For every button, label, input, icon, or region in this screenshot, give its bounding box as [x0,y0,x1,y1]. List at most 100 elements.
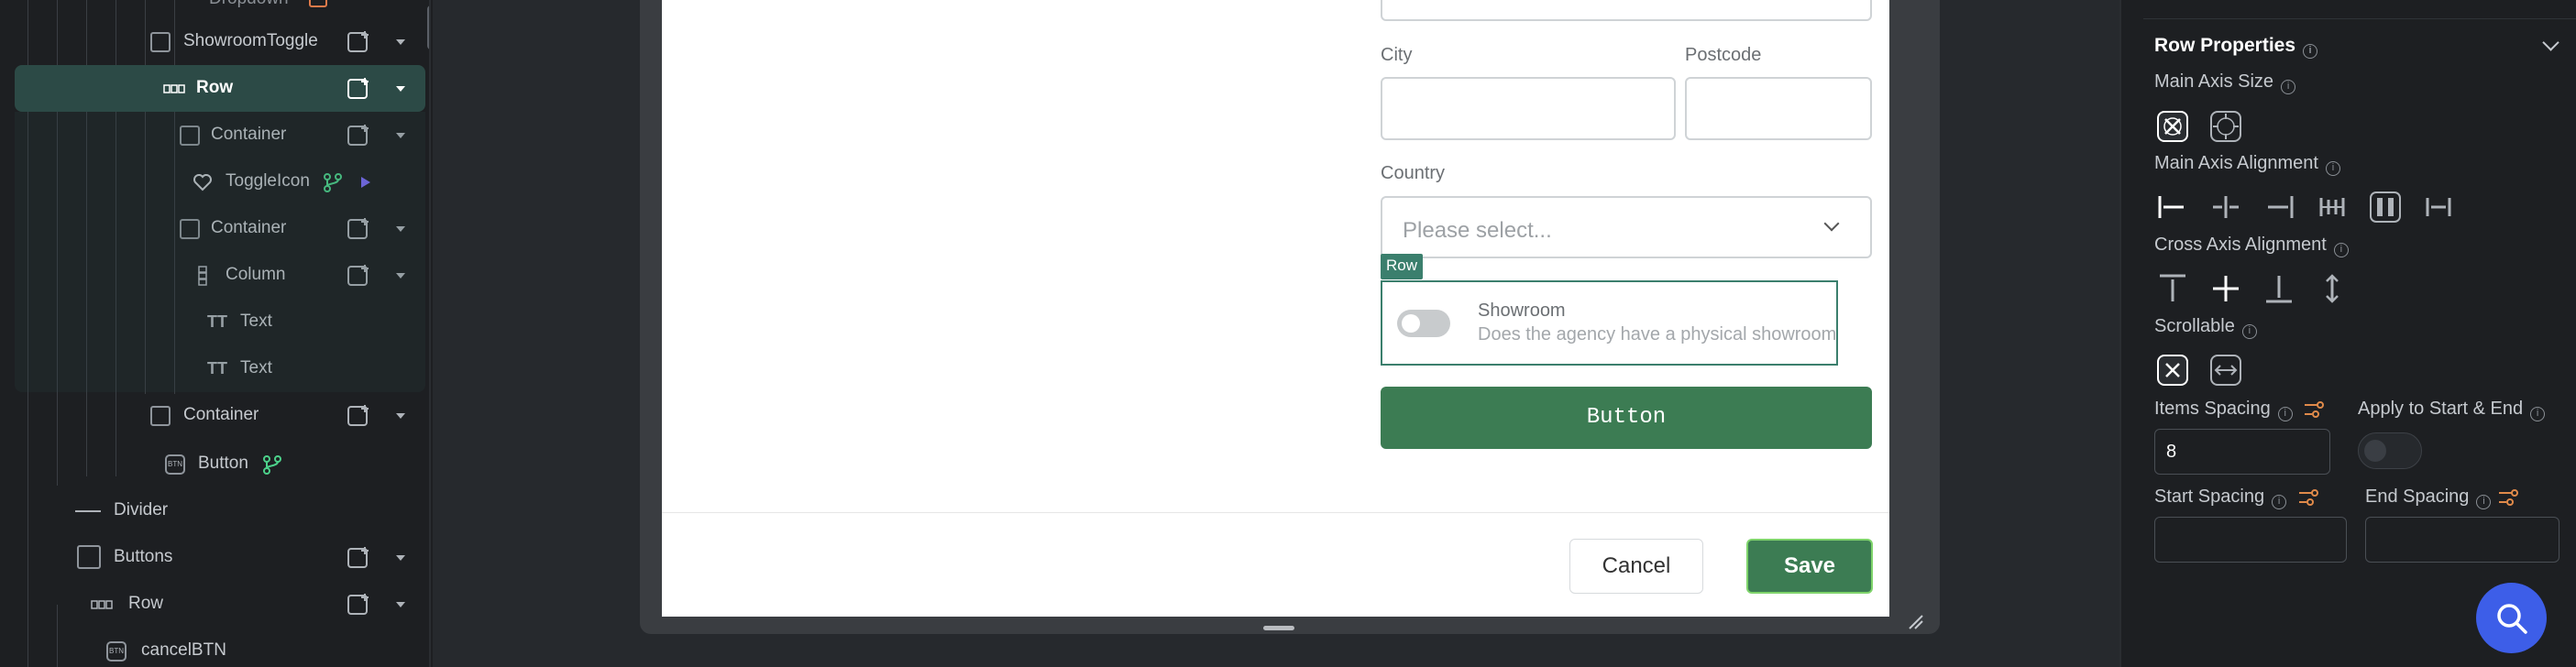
tree-item-label: Button [198,454,248,473]
align-center-icon[interactable] [2207,189,2244,225]
variable-binding-icon[interactable] [2497,487,2519,508]
save-button[interactable]: Save [1746,539,1873,594]
container-icon [77,545,101,569]
add-child-icon[interactable] [347,76,372,102]
info-icon: i [2476,495,2492,509]
main-axis-size-label: Main Axis Size i [2154,71,2296,94]
postcode-label: Postcode [1685,45,1762,65]
showroom-toggle[interactable] [1397,310,1450,337]
space-evenly-icon[interactable] [2420,189,2457,225]
cross-align-start-icon[interactable] [2154,270,2191,307]
apply-to-start-end-label: Apply to Start & End i [2358,399,2546,421]
align-start-icon[interactable] [2154,189,2191,225]
tree-item-divider[interactable]: Divider [0,487,425,534]
row-icon [91,600,113,609]
tree-item-label: Dropdown [209,0,289,9]
postcode-input[interactable] [1685,77,1872,140]
tree-item-label: Row [128,594,164,613]
tree-item-button[interactable]: BTN Button [0,441,425,487]
showroom-row[interactable]: Showroom Does the agency have a physical… [1381,280,1838,366]
image-icon [309,0,327,7]
end-spacing-label: End Spacing i [2365,487,2492,509]
row-properties-title: Row Properties i [2154,35,2318,59]
space-between-icon[interactable] [2314,189,2350,225]
tree-item-label: ShowroomToggle [183,31,318,50]
cross-align-end-icon[interactable] [2261,270,2297,307]
resize-handle-icon[interactable] [1908,614,1924,630]
axis-size-max-icon[interactable] [2207,108,2244,145]
info-icon: i [2277,407,2293,421]
axis-size-min-icon[interactable] [2154,108,2191,145]
chevron-down-icon[interactable] [396,413,405,419]
tree-item-showroomtoggle[interactable]: ShowroomToggle [0,18,425,65]
add-child-icon[interactable] [347,592,372,618]
button-icon: BTN [106,641,127,662]
cross-align-stretch-icon[interactable] [2314,270,2350,307]
cross-align-center-icon[interactable] [2207,270,2244,307]
country-select[interactable]: Please select... [1381,196,1872,258]
space-around-icon[interactable] [2367,189,2404,225]
divider-icon [75,510,101,512]
search-icon [2497,604,2527,634]
add-child-icon[interactable] [347,403,372,429]
variable-binding-icon[interactable] [2297,487,2319,508]
row-icon [163,84,185,93]
country-label: Country [1381,163,1446,183]
scrollable-label: Scrollable i [2154,316,2257,339]
variable-binding-icon[interactable] [2303,399,2325,420]
tree-scrollbar[interactable] [427,5,429,49]
tree-item-container[interactable]: Container [0,392,425,439]
form-button[interactable]: Button [1381,387,1872,449]
cross-axis-alignment-label: Cross Axis Alignment i [2154,235,2349,257]
footer-divider [662,512,1889,513]
chevron-down-icon[interactable] [396,39,405,45]
tree-item-label: Row [196,78,234,97]
apply-to-start-end-toggle[interactable] [2358,432,2422,469]
cancel-button[interactable]: Cancel [1569,539,1703,594]
not-scrollable-icon[interactable] [2154,352,2191,388]
chevron-down-icon[interactable] [396,602,405,607]
start-spacing-input[interactable] [2154,517,2347,563]
device-screen-layer: City Postcode Country Please select... R… [433,0,2119,667]
widget-tree-panel: Dropdown ShowroomToggle Row Container To… [0,0,431,667]
tree-item-row-selected[interactable]: Row [15,65,425,112]
add-child-icon[interactable] [347,545,372,571]
toggle-knob [1402,314,1420,333]
showroom-subtitle: Does the agency have a physical showroom… [1478,324,1838,344]
branch-icon [263,455,281,475]
tree-item-cancelbtn[interactable]: BTN cancelBTN [0,628,425,667]
info-icon: i [2303,44,2318,59]
end-spacing-input[interactable] [2365,517,2559,563]
scrollable-horizontal-icon[interactable] [2207,352,2244,388]
tree-item-label: Buttons [114,547,173,566]
section-divider [2143,18,2576,19]
info-icon: i [2281,80,2296,94]
tree-item-buttons[interactable]: Buttons [0,534,425,581]
add-child-icon[interactable] [347,29,372,55]
selection-group-highlight [15,112,425,392]
main-axis-alignment-label: Main Axis Alignment i [2154,153,2340,176]
tree-item-label: Divider [114,500,169,519]
items-spacing-input[interactable]: 8 [2154,429,2330,475]
chevron-down-icon[interactable] [2542,34,2559,51]
row-selection-tag: Row [1381,254,1423,279]
tree-item-label: Container [183,405,259,424]
device-drag-handle[interactable] [1263,626,1294,630]
info-icon: i [2333,243,2349,257]
country-placeholder: Please select... [1403,218,1552,243]
showroom-title: Showroom [1478,301,1566,321]
items-spacing-label: Items Spacing i [2154,399,2293,421]
search-button[interactable] [2476,583,2547,653]
align-end-icon[interactable] [2261,189,2297,225]
container-icon [150,32,171,52]
chevron-down-icon[interactable] [396,86,405,92]
info-icon: i [2272,495,2287,509]
city-input[interactable] [1381,77,1676,140]
chevron-down-icon[interactable] [396,555,405,561]
info-icon: i [2325,161,2340,176]
address-input[interactable] [1381,0,1872,21]
city-label: City [1381,45,1413,65]
toggle-knob [2364,440,2386,462]
info-icon: i [2530,407,2546,421]
tree-item-row[interactable]: Row [0,581,425,628]
